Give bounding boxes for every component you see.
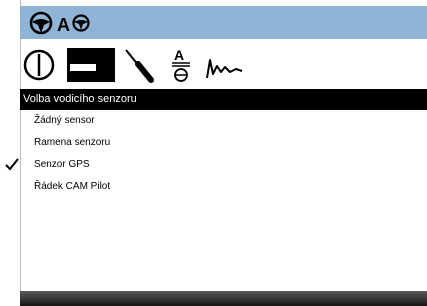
option-label: Senzor GPS (34, 159, 90, 170)
option-cam-pilot-row[interactable]: Řádek CAM Pilot (20, 176, 427, 198)
option-gps-sensor[interactable]: Senzor GPS (5, 154, 427, 176)
section-header: Volba vodicího senzoru (20, 89, 427, 110)
calibrate-icon[interactable]: A (168, 42, 198, 93)
power-icon[interactable] (22, 42, 62, 93)
option-label: Ramena senzoru (34, 137, 111, 148)
sensor-bar-icon[interactable] (64, 42, 118, 93)
title-bar: A (20, 6, 427, 39)
checkmark-icon (5, 158, 19, 180)
option-label: Žádný sensor (34, 115, 95, 126)
svg-text:A: A (57, 15, 70, 35)
option-no-sensor[interactable]: Žádný sensor (20, 110, 427, 132)
signal-icon[interactable] (204, 42, 250, 93)
bottom-bar (20, 291, 427, 306)
option-label: Řádek CAM Pilot (34, 181, 111, 192)
option-sensor-arms[interactable]: Ramena senzoru (20, 132, 427, 154)
sensor-option-list: Žádný sensor Ramena senzoru Senzor GPS Ř… (5, 110, 427, 198)
svg-text:A: A (174, 47, 184, 63)
steering-wheel-icon[interactable] (27, 6, 57, 44)
screwdriver-icon[interactable] (120, 42, 160, 93)
toolbar: A (20, 42, 427, 88)
auto-steer-icon[interactable]: A (56, 6, 94, 44)
